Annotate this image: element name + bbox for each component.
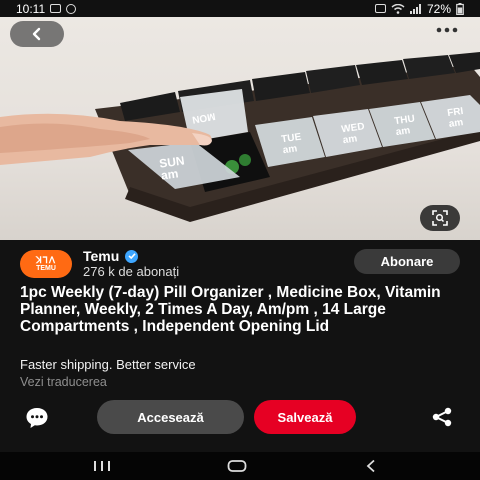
creator-name: Temu — [83, 248, 120, 264]
status-bar: 10:11 72% — [0, 0, 480, 17]
whatsapp-icon — [66, 3, 77, 14]
recent-apps-icon[interactable] — [92, 459, 112, 473]
save-button[interactable]: Salvează — [254, 400, 356, 434]
comment-icon[interactable] — [25, 407, 49, 429]
visual-search-icon — [432, 210, 448, 226]
wifi-icon — [391, 3, 405, 14]
signal-icon — [409, 3, 421, 14]
status-time: 10:11 — [16, 1, 46, 16]
back-arrow-icon — [32, 27, 41, 41]
alarm-icon — [374, 4, 386, 13]
lid-label-tue: TUE am — [280, 131, 302, 157]
pin-title: 1pc Weekly (7-day) Pill Organizer , Medi… — [20, 284, 441, 335]
translate-link[interactable]: Vezi traducerea — [20, 375, 107, 389]
creator-name-row[interactable]: Temu — [83, 248, 139, 264]
visual-search-button[interactable] — [420, 205, 460, 231]
lid-label-fri: FRI am — [446, 105, 465, 130]
more-icon[interactable] — [436, 27, 458, 33]
pin-description: Faster shipping. Better service — [20, 357, 196, 372]
pin-image[interactable]: SUN am MON TUE am WED am THU am FRI am — [0, 17, 480, 240]
battery-level: 72% — [426, 1, 451, 16]
creator-followers: 276 k de abonați — [83, 264, 180, 279]
back-button[interactable] — [10, 21, 64, 47]
battery-icon — [456, 2, 464, 15]
pin-details: ꓘꓶꓥ TEMU Temu 276 k de abonați Abonare 1… — [0, 240, 480, 452]
share-icon[interactable] — [431, 407, 453, 427]
home-icon[interactable] — [227, 459, 247, 473]
nav-back-icon[interactable] — [364, 459, 378, 473]
avatar-logo-text: TEMU — [36, 264, 56, 272]
verified-icon — [125, 249, 139, 263]
gallery-icon — [50, 4, 62, 13]
system-navigation-bar — [0, 452, 480, 480]
follow-button[interactable]: Abonare — [354, 249, 460, 274]
visit-button[interactable]: Accesează — [97, 400, 244, 434]
creator-avatar[interactable]: ꓘꓶꓥ TEMU — [20, 250, 72, 278]
action-bar: Accesează Salvează — [0, 400, 480, 434]
lid-label-wed: WED am — [340, 121, 366, 147]
avatar-logo-mark: ꓘꓶꓥ — [35, 254, 57, 265]
lid-label-thu: THU am — [393, 113, 416, 139]
